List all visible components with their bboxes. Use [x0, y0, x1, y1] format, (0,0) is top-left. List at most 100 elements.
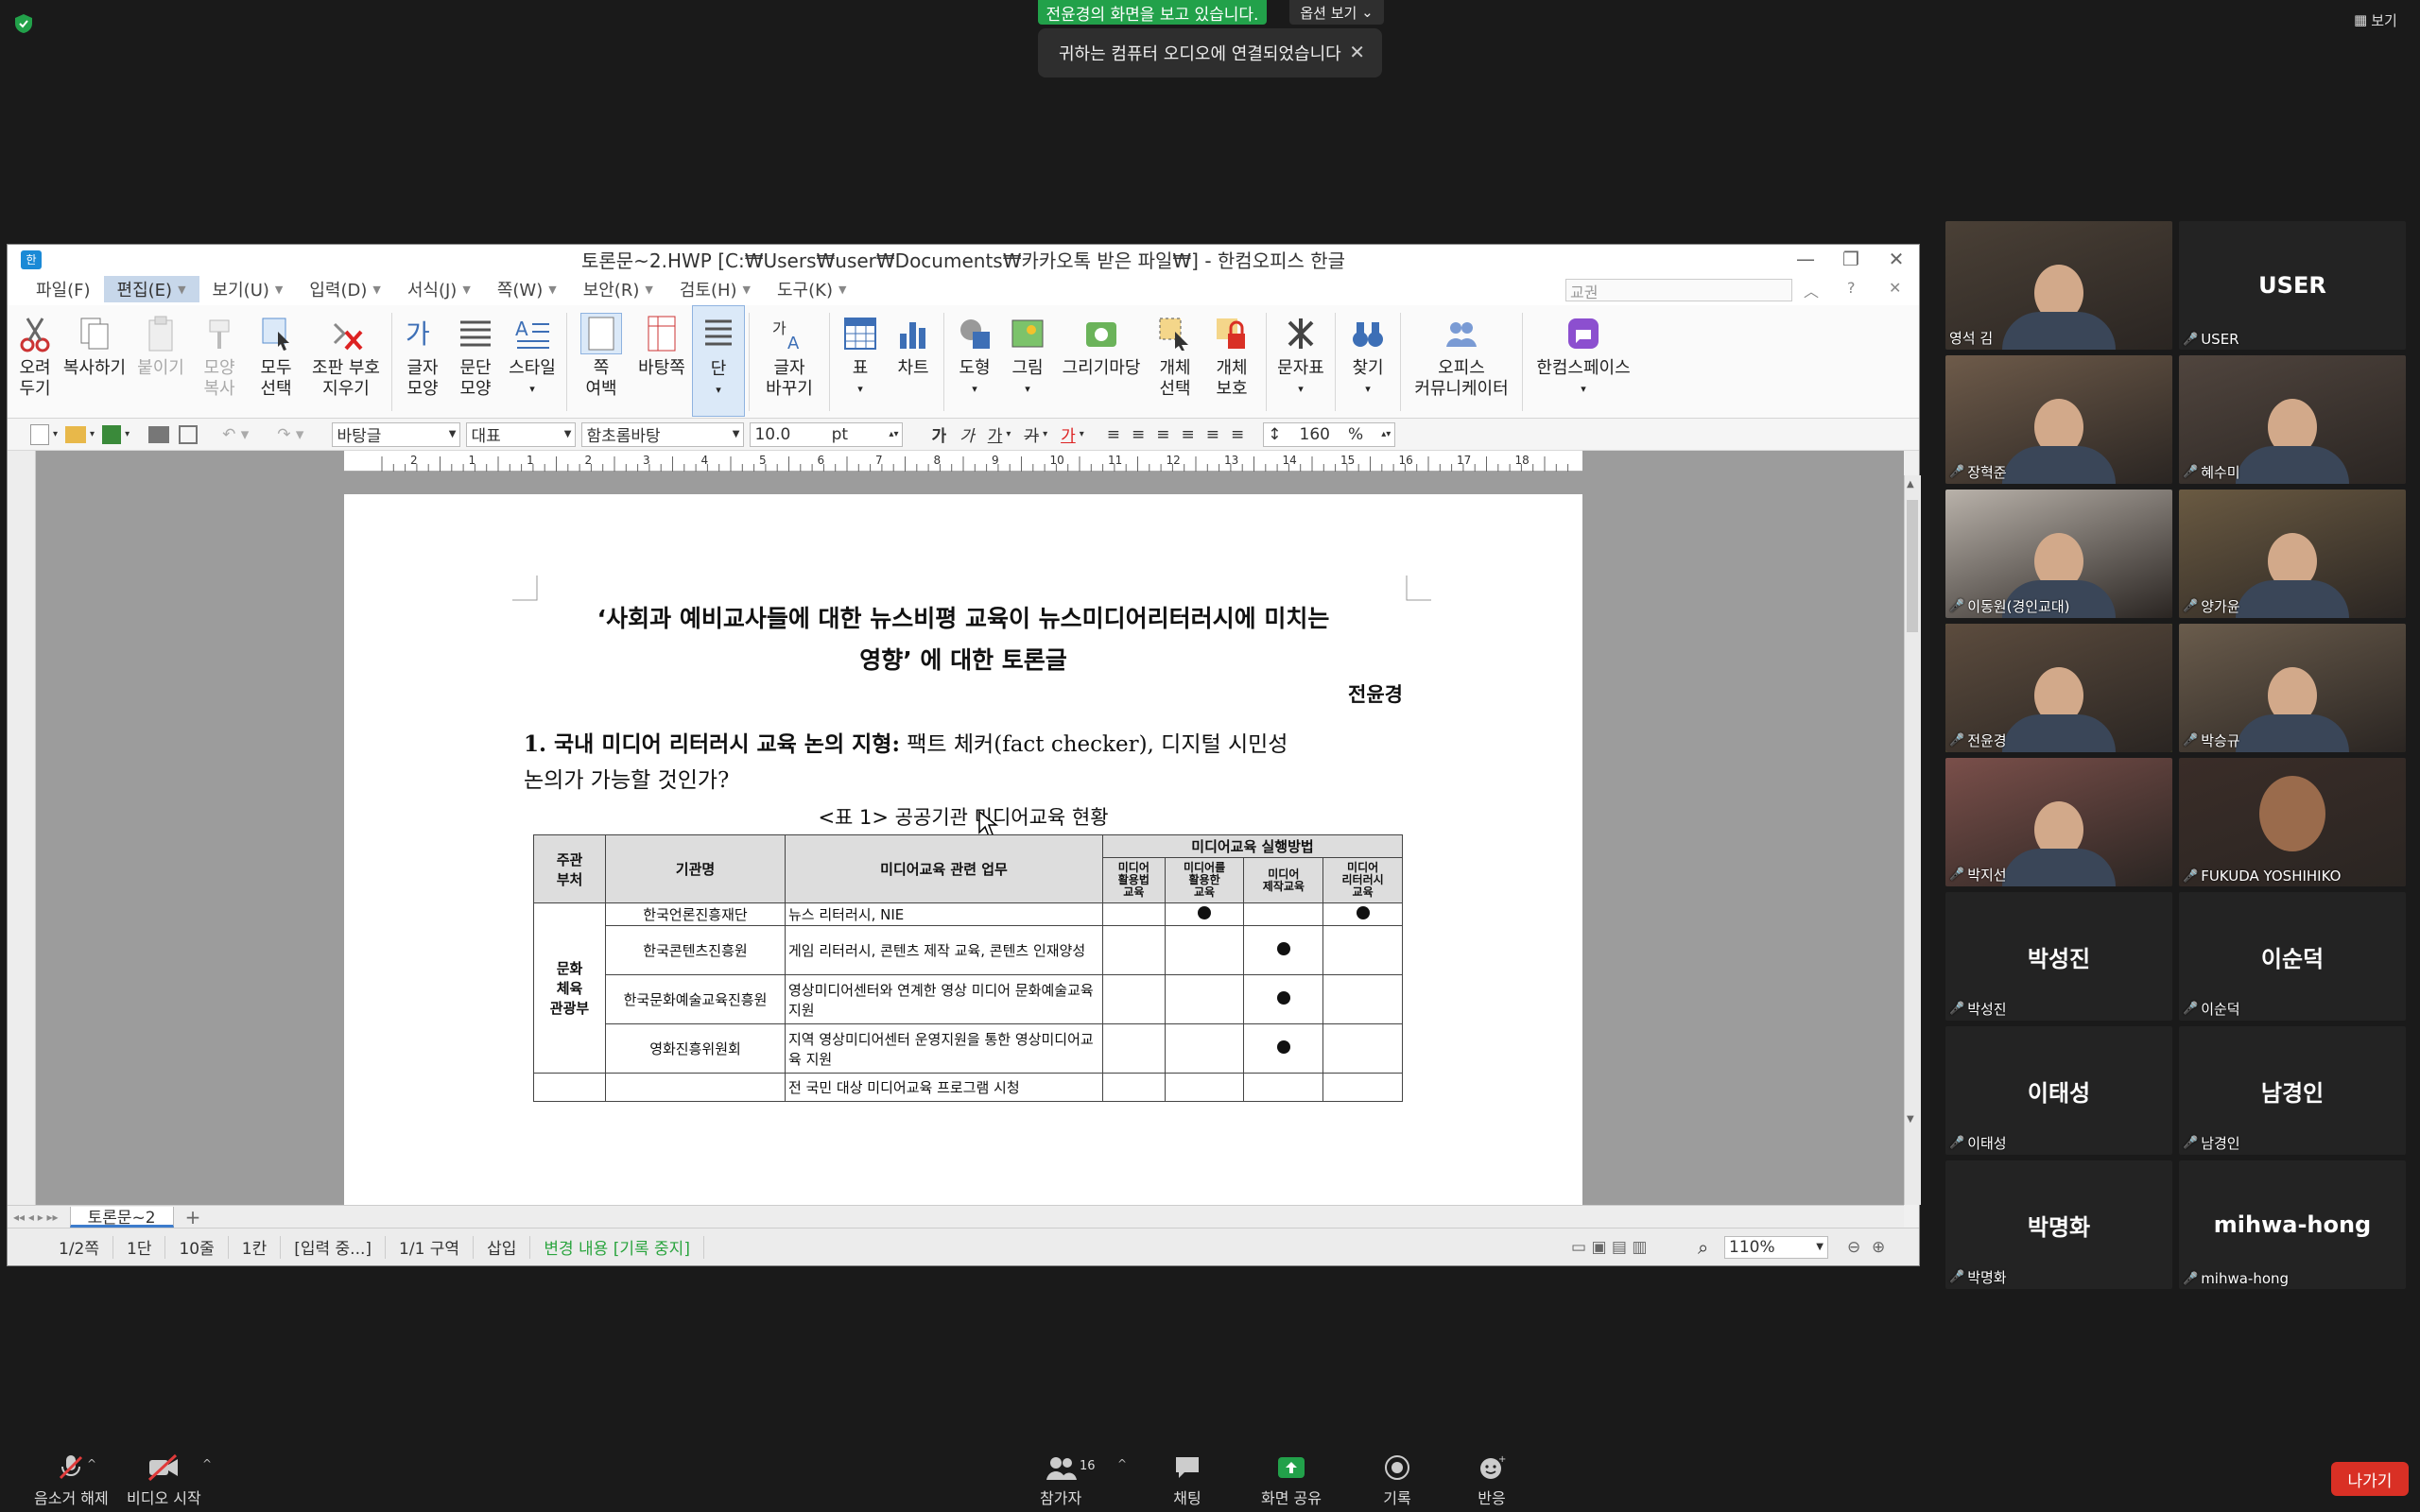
- participant-tile[interactable]: 박명화 🎤 박명화: [1945, 1160, 2172, 1289]
- tab-document[interactable]: 토론문~2: [69, 1206, 174, 1228]
- print-icon[interactable]: [148, 425, 170, 443]
- cut-button[interactable]: 오려 두기: [11, 305, 59, 417]
- participant-tile[interactable]: 🎤 전윤경: [1945, 624, 2172, 752]
- tab-nav-arrows-icon[interactable]: ◂◂ ◂ ▸ ▸▸: [13, 1211, 59, 1224]
- participant-tile[interactable]: 🎤 혜수미: [2179, 355, 2406, 484]
- status-page[interactable]: 1/2쪽: [45, 1235, 113, 1259]
- font-color-icon[interactable]: 가: [1061, 422, 1076, 446]
- view-layout-button[interactable]: ▦ 보기: [2354, 9, 2411, 30]
- symbols-button[interactable]: 문자표 ▾: [1270, 305, 1331, 417]
- participant-tile[interactable]: 이태성 🎤 이태성: [1945, 1026, 2172, 1155]
- view-options-button[interactable]: 옵션 보기 ⌄: [1289, 0, 1384, 25]
- redo-icon[interactable]: ↷ ▾: [277, 425, 303, 444]
- menu-page[interactable]: 쪽(W) ▼: [484, 276, 570, 302]
- line-spacing-stepper[interactable]: ↕ 160% ▴▾: [1263, 421, 1396, 447]
- add-tab-icon[interactable]: +: [185, 1206, 201, 1228]
- char-shape-button[interactable]: 가 글자 모양: [396, 305, 449, 417]
- chat-button[interactable]: 채팅: [1170, 1453, 1204, 1508]
- paste-button[interactable]: 붙이기: [130, 305, 191, 417]
- zoom-search-icon[interactable]: ⌕: [1698, 1236, 1708, 1259]
- align-right-icon[interactable]: ≡: [1182, 425, 1195, 444]
- window-close-icon[interactable]: ✕: [1876, 245, 1917, 273]
- erase-code-button[interactable]: 조판 부호 지우기: [304, 305, 388, 417]
- participant-tile[interactable]: 남경인 🎤 남경인: [2179, 1026, 2406, 1155]
- menu-search-input[interactable]: 교권: [1565, 279, 1792, 301]
- align-left-icon[interactable]: ≡: [1132, 425, 1145, 444]
- column-button[interactable]: 단 ▾: [692, 305, 745, 417]
- participant-tile[interactable]: 🎤 이동원(경인교대): [1945, 490, 2172, 618]
- participant-tile[interactable]: 🎤 박승규: [2179, 624, 2406, 752]
- participant-tile[interactable]: mihwa-hong 🎤 mihwa-hong: [2179, 1160, 2406, 1289]
- status-track-changes[interactable]: 변경 내용 [기록 중지]: [530, 1235, 704, 1259]
- open-folder-icon[interactable]: [65, 425, 87, 443]
- record-button[interactable]: 기록: [1380, 1453, 1414, 1508]
- participants-button[interactable]: 참가자: [1040, 1453, 1081, 1508]
- participant-tile[interactable]: 🎤 장혁준: [1945, 355, 2172, 484]
- participant-tile[interactable]: 이순덕 🎤 이순덕: [2179, 892, 2406, 1021]
- participant-tile[interactable]: 🎤 양가윤: [2179, 490, 2406, 618]
- char-replace-button[interactable]: 가 A 글자 바꾸기: [753, 305, 825, 417]
- new-document-icon[interactable]: [30, 423, 49, 445]
- object-protect-button[interactable]: 개체 보호: [1201, 305, 1262, 417]
- menu-input[interactable]: 입력(D) ▼: [296, 276, 394, 302]
- style-select[interactable]: 대표 ▼: [466, 421, 577, 447]
- document-page[interactable]: ‘사회과 예비교사들에 대한 뉴스비평 교육이 뉴스미디어리터러시에 미치는 영…: [344, 494, 1582, 1212]
- para-shape-button[interactable]: 문단 모양: [449, 305, 502, 417]
- object-select-button[interactable]: 개체 선택: [1149, 305, 1201, 417]
- share-screen-button[interactable]: 화면 공유: [1261, 1453, 1322, 1508]
- help-icon[interactable]: ?: [1847, 279, 1856, 297]
- menu-security[interactable]: 보안(R) ▼: [570, 276, 666, 302]
- scroll-down-icon[interactable]: ▼: [1907, 1114, 1914, 1125]
- security-shield-icon[interactable]: [13, 13, 34, 34]
- horizontal-ruler[interactable]: 2 1 1 2 3 4 5 6 7 8 9 10 11 12 13 14 15 16 17 18: [344, 451, 1582, 472]
- format-copy-button[interactable]: 모양 복사: [191, 305, 248, 417]
- view-mode-icons[interactable]: ▭ ▣ ▤ ▥: [1571, 1238, 1647, 1257]
- participants-caret-icon[interactable]: ^: [1117, 1457, 1127, 1470]
- menu-review[interactable]: 검토(H) ▼: [666, 276, 764, 302]
- font-select[interactable]: 함초롬바탕 ▼: [581, 421, 745, 447]
- menu-view[interactable]: 보기(U) ▼: [199, 276, 297, 302]
- close-icon[interactable]: ✕: [1349, 41, 1365, 63]
- participant-tile[interactable]: 박성진 🎤 박성진: [1945, 892, 2172, 1021]
- font-language-select[interactable]: 바탕글 ▼: [332, 421, 461, 447]
- print-preview-icon[interactable]: [179, 424, 199, 444]
- participant-tile[interactable]: 🎤 박지선: [1945, 758, 2172, 886]
- stepper-arrows-icon[interactable]: ▴▾: [1381, 429, 1391, 439]
- drawing-button[interactable]: 그리기마당: [1054, 305, 1149, 417]
- menu-edit[interactable]: 편집(E) ▼: [103, 276, 199, 302]
- horizontal-scrollbar[interactable]: [972, 1205, 1904, 1228]
- italic-icon[interactable]: 가: [959, 422, 975, 446]
- status-mode[interactable]: 삽입: [474, 1235, 531, 1259]
- find-button[interactable]: 찾기 ▾: [1340, 305, 1396, 417]
- stepper-arrows-icon[interactable]: ▴▾: [889, 429, 898, 439]
- zoom-select[interactable]: 110% ▼: [1724, 1235, 1828, 1259]
- doc-close-icon[interactable]: ✕: [1889, 279, 1901, 297]
- bold-icon[interactable]: 가: [931, 422, 946, 446]
- scroll-up-icon[interactable]: ▲: [1907, 479, 1914, 490]
- zoom-in-icon[interactable]: ⊕: [1872, 1238, 1885, 1257]
- menu-format[interactable]: 서식(J) ▼: [394, 276, 484, 302]
- scroll-thumb[interactable]: [1907, 500, 1918, 632]
- unmute-button[interactable]: 음소거 해제: [34, 1453, 109, 1508]
- leave-button[interactable]: 나가기: [2331, 1462, 2409, 1496]
- vertical-scrollbar[interactable]: ▲ ▼: [1904, 475, 1921, 1205]
- audio-options-caret-icon[interactable]: ^: [87, 1457, 96, 1470]
- background-page-button[interactable]: 바탕쪽: [631, 305, 692, 417]
- reactions-button[interactable]: + 반응: [1475, 1453, 1509, 1508]
- shape-button[interactable]: 도형 ▾: [948, 305, 1001, 417]
- table-button[interactable]: 표 ▾: [834, 305, 887, 417]
- style-button[interactable]: A 스타일 ▾: [502, 305, 562, 417]
- copy-button[interactable]: 복사하기: [59, 305, 130, 417]
- page-margin-button[interactable]: 쪽 여백: [571, 305, 631, 417]
- menu-file[interactable]: 파일(F): [23, 276, 104, 302]
- participant-tile[interactable]: 영석 김: [1945, 221, 2172, 350]
- minimize-icon[interactable]: —: [1785, 245, 1826, 273]
- align-justify-icon[interactable]: ≡: [1107, 425, 1120, 444]
- participant-tile[interactable]: 🎤 FUKUDA YOSHIHIKO: [2179, 758, 2406, 886]
- video-options-caret-icon[interactable]: ^: [202, 1457, 212, 1470]
- zoom-out-icon[interactable]: ⊖: [1847, 1238, 1860, 1257]
- collapse-ribbon-icon[interactable]: ︿: [1804, 279, 1819, 301]
- picture-button[interactable]: 그림 ▾: [1001, 305, 1054, 417]
- align-distribute-icon[interactable]: ≡: [1206, 425, 1219, 444]
- font-size-stepper[interactable]: 10.0 pt ▴▾: [750, 421, 904, 447]
